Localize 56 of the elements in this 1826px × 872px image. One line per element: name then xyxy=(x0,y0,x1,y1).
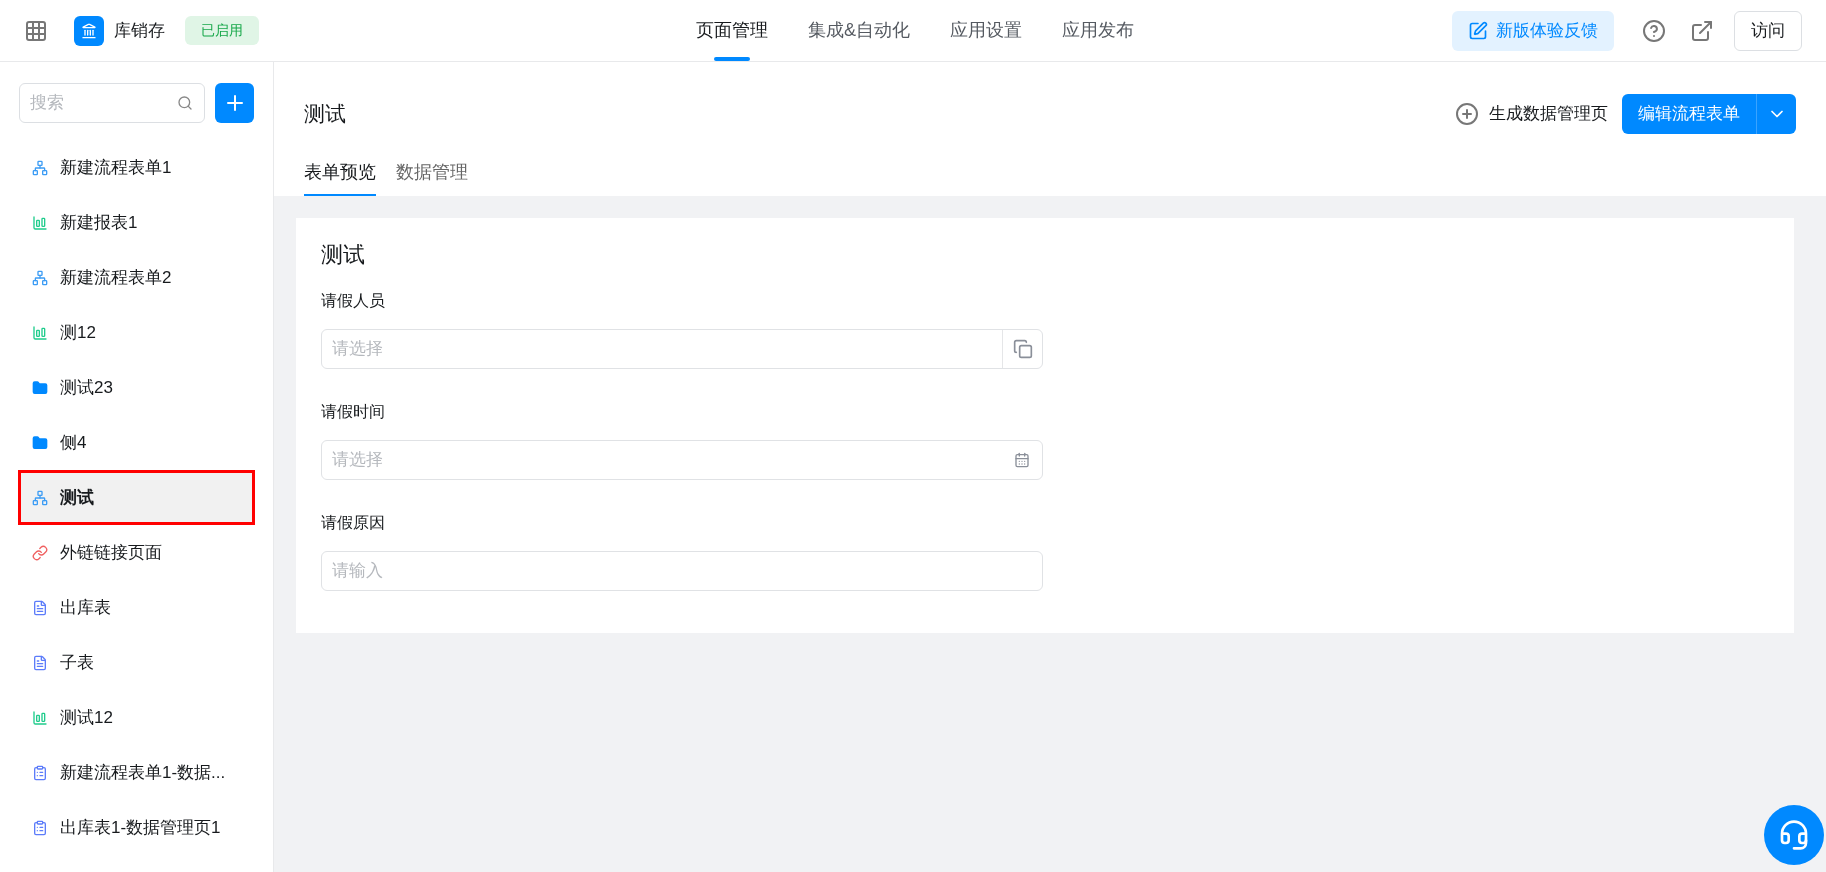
help-icon[interactable] xyxy=(1642,18,1666,43)
link-icon xyxy=(32,544,48,561)
field-label: 请假原因 xyxy=(321,513,386,533)
copy-icon[interactable] xyxy=(1012,339,1033,359)
chart-icon xyxy=(32,214,48,231)
add-button[interactable] xyxy=(215,83,254,123)
sidebar-item[interactable]: 出库表 xyxy=(18,580,255,635)
app-logo-icon xyxy=(74,15,104,46)
apps-grid-icon[interactable] xyxy=(24,18,48,43)
folder-icon xyxy=(32,434,48,451)
sidebar-item[interactable]: 新建流程表单2 xyxy=(18,250,255,305)
hierarchy-icon xyxy=(32,159,48,176)
visit-button[interactable]: 访问 xyxy=(1734,10,1802,51)
sidebar-item[interactable]: 测试 xyxy=(18,470,255,525)
chart-icon xyxy=(32,324,48,341)
document-icon xyxy=(32,654,48,671)
external-link-icon[interactable] xyxy=(1690,18,1714,43)
sidebar-item[interactable]: 测12 xyxy=(18,305,255,360)
page-tab[interactable]: 表单预览 xyxy=(304,150,376,196)
sidebar-item[interactable]: 出库表1-数据管理页1 xyxy=(18,800,255,855)
sidebar-item[interactable]: 新建流程表单1-数据... xyxy=(18,745,255,800)
nav-tab[interactable]: 应用发布 xyxy=(1062,0,1134,61)
calendar-icon[interactable] xyxy=(1014,452,1030,468)
hierarchy-icon xyxy=(32,489,48,506)
sidebar-item[interactable]: 新建报表1 xyxy=(18,195,255,250)
folder-icon xyxy=(32,379,48,396)
field-label: 请假人员 xyxy=(321,291,386,311)
form-title: 测试 xyxy=(321,241,366,269)
headset-icon xyxy=(1778,819,1810,851)
sidebar-item[interactable]: 子表 xyxy=(18,635,255,690)
sidebar-item[interactable]: 新建流程表单1 xyxy=(18,140,255,195)
app-name: 库销存 xyxy=(114,19,165,42)
list-document-icon xyxy=(32,764,48,781)
generate-button[interactable]: 生成数据管理页 xyxy=(1455,101,1608,127)
nav-tab[interactable]: 应用设置 xyxy=(950,0,1022,61)
input-field[interactable]: 请选择 xyxy=(321,329,1043,369)
sidebar-item[interactable]: 外链链接页面 xyxy=(18,525,255,580)
hierarchy-icon xyxy=(32,269,48,286)
search-icon xyxy=(177,95,193,111)
chart-icon xyxy=(32,709,48,726)
field-label: 请假时间 xyxy=(321,402,386,422)
nav-tab[interactable]: 集成&自动化 xyxy=(808,0,910,61)
status-badge: 已启用 xyxy=(185,16,259,45)
sidebar-item[interactable]: 测试12 xyxy=(18,690,255,745)
edit-icon xyxy=(1468,20,1488,41)
list-document-icon xyxy=(32,819,48,836)
nav-tab[interactable]: 页面管理 xyxy=(696,0,768,61)
input-field[interactable]: 请输入 xyxy=(321,551,1043,591)
sidebar-item[interactable]: 侧4 xyxy=(18,415,255,470)
sidebar-item[interactable]: 测试23 xyxy=(18,360,255,415)
search-field[interactable]: 搜索 xyxy=(19,83,205,123)
page-tab[interactable]: 数据管理 xyxy=(396,150,468,196)
add-circle-icon xyxy=(1455,102,1479,126)
input-field[interactable]: 请选择 xyxy=(321,440,1043,480)
document-icon xyxy=(32,599,48,616)
page-title: 测试 xyxy=(304,101,346,128)
